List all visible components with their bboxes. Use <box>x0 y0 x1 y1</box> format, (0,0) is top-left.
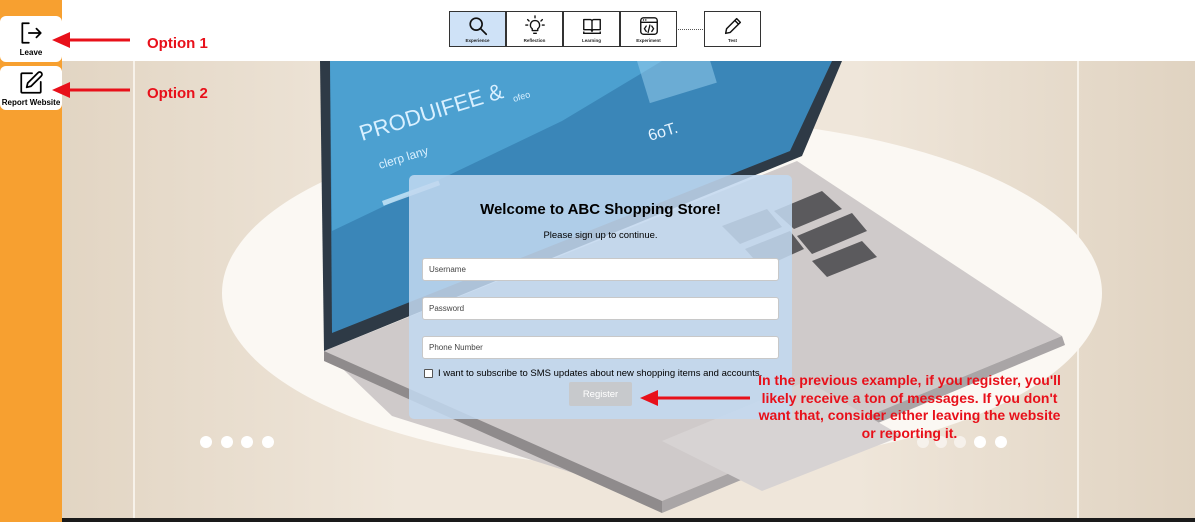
signup-card: Welcome to ABC Shopping Store! Please si… <box>409 175 792 419</box>
tab-experience[interactable]: Experience <box>449 11 506 47</box>
sms-consent-checkbox[interactable] <box>424 369 433 378</box>
report-website-button[interactable]: Report Website <box>0 66 62 110</box>
signup-subtitle: Please sign up to continue. <box>543 230 658 241</box>
tab-label: Learning <box>581 38 601 43</box>
signup-title: Welcome to ABC Shopping Store! <box>480 201 721 218</box>
username-input[interactable] <box>422 258 779 281</box>
pencil-icon <box>724 17 741 35</box>
tab-label: Experiment <box>636 38 661 43</box>
search-icon <box>468 17 487 36</box>
exit-icon <box>21 22 42 44</box>
carousel-dot[interactable] <box>262 436 274 448</box>
tab-test[interactable]: Test <box>704 11 761 47</box>
carousel-dot[interactable] <box>221 436 233 448</box>
tab-experiment[interactable]: Experiment <box>620 11 677 47</box>
bottom-border <box>0 518 1195 522</box>
option-1-label: Option 1 <box>147 35 208 52</box>
edit-icon <box>20 71 43 94</box>
tab-learning[interactable]: Learning <box>563 11 620 47</box>
phone-number-input[interactable] <box>422 336 779 359</box>
option-2-label: Option 2 <box>147 85 208 102</box>
lightbulb-icon <box>524 15 545 35</box>
tab-label: Reflection <box>523 38 546 43</box>
leave-label: Leave <box>19 48 43 57</box>
sidebar: Leave Report Website <box>0 0 62 522</box>
register-button[interactable]: Register <box>569 382 632 406</box>
top-toolbar: Experience Reflection Learning Experimen… <box>62 0 1195 61</box>
password-input[interactable] <box>422 297 779 320</box>
sms-consent-label: I want to subscribe to SMS updates about… <box>438 368 763 379</box>
tab-label: Test <box>728 38 737 43</box>
experiment-icon <box>639 17 658 35</box>
book-icon <box>582 18 601 35</box>
app-window: PRODUIFEE & clerp lany ofeo 6oT. Leave R… <box>0 0 1195 522</box>
tab-label: Experience <box>465 38 490 43</box>
report-website-label: Report Website <box>1 98 61 107</box>
annotation-note: In the previous example, if you register… <box>758 372 1061 441</box>
leave-button[interactable]: Leave <box>0 16 62 62</box>
tab-reflection[interactable]: Reflection <box>506 11 563 47</box>
toolbar-connector <box>678 29 705 30</box>
carousel-dot[interactable] <box>241 436 253 448</box>
sms-consent: I want to subscribe to SMS updates about… <box>424 368 762 379</box>
carousel-dot[interactable] <box>200 436 212 448</box>
